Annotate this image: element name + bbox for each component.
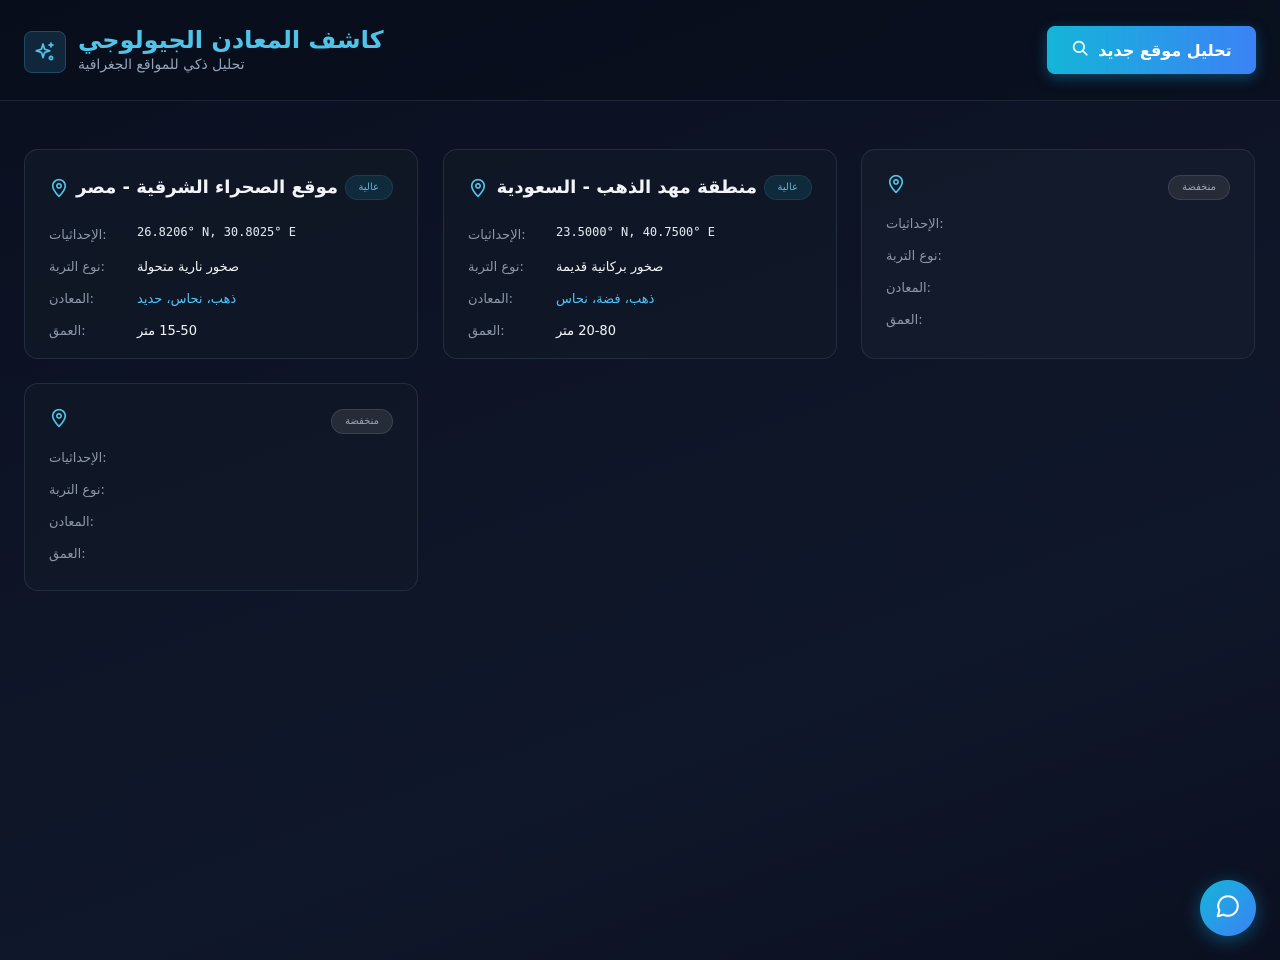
coordinates-value: 26.8206° N, 30.8025° E [137,225,296,239]
minerals-label: المعادن: [886,281,932,296]
depth-label: العمق: [468,324,505,339]
site-title: موقع الصحراء الشرقية - مصر [76,177,338,198]
map-pin-icon [886,174,906,198]
site-card[interactable]: منطقة مهد الذهب - السعودية عالية الإحداث… [443,149,837,359]
sparkles-icon [24,30,66,73]
minerals-value: ذهب، فضة، نحاس [556,292,655,307]
soil-label: نوع التربة: [886,249,942,264]
depth-label: العمق: [886,313,923,328]
soil-value: صخور نارية متحولة [137,260,240,275]
app-header: كاشف المعادن الجيولوجي تحليل ذكي للمواقع… [0,0,1280,101]
probability-badge: منخفضة [331,409,393,434]
minerals-label: المعادن: [49,515,95,530]
new-analysis-button[interactable]: تحليل موقع جديد [1047,26,1256,74]
soil-label: نوع التربة: [49,483,105,498]
depth-value: 20-80 متر [556,324,616,339]
search-icon [1071,39,1089,61]
probability-badge: عالية [763,175,812,200]
coordinates-label: الإحداثيات: [468,228,526,243]
map-pin-icon [49,408,69,432]
depth-label: العمق: [49,324,86,339]
new-analysis-label: تحليل موقع جديد [1098,40,1232,60]
probability-badge: عالية [344,175,393,200]
app-title: كاشف المعادن الجيولوجي [78,26,384,54]
soil-value: صخور بركانية قديمة [556,260,664,275]
minerals-label: المعادن: [468,292,514,307]
site-card[interactable]: موقع الصحراء الشرقية - مصر عالية الإحداث… [24,149,418,359]
coordinates-label: الإحداثيات: [886,217,944,232]
app-subtitle: تحليل ذكي للمواقع الجغرافية [78,57,245,73]
minerals-label: المعادن: [49,292,95,307]
soil-label: نوع التربة: [468,260,524,275]
map-pin-icon [49,178,69,202]
site-title: منطقة مهد الذهب - السعودية [496,177,757,198]
probability-badge: منخفضة [1168,175,1230,200]
depth-label: العمق: [49,547,86,562]
minerals-value: ذهب، نحاس، حديد [137,292,237,307]
map-pin-icon [468,178,488,202]
coordinates-value: 23.5000° N, 40.7500° E [556,225,715,239]
chat-button[interactable] [1200,880,1256,936]
coordinates-label: الإحداثيات: [49,228,107,243]
soil-label: نوع التربة: [49,260,105,275]
site-card[interactable]: منخفضة الإحداثيات: نوع التربة: المعادن: … [24,383,418,591]
brand: كاشف المعادن الجيولوجي تحليل ذكي للمواقع… [24,26,384,74]
depth-value: 15-50 متر [137,324,197,339]
site-card[interactable]: منخفضة الإحداثيات: نوع التربة: المعادن: … [861,149,1255,359]
coordinates-label: الإحداثيات: [49,451,107,466]
chat-bubble-icon [1215,893,1241,923]
